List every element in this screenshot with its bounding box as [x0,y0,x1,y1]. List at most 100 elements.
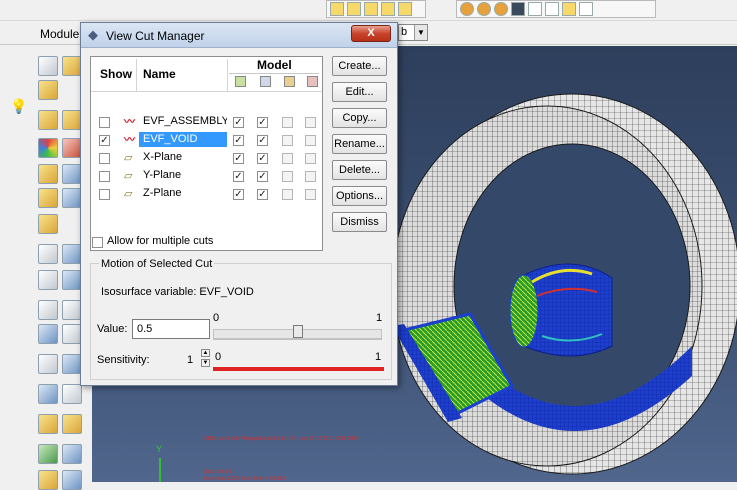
layout-icon[interactable] [38,444,58,464]
view-cut-manager-dialog: ◆ View Cut Manager X Show Name Model 〰 EV… [80,22,398,386]
stack-icon[interactable] [62,354,82,374]
slider-max-label: 1 [376,312,383,324]
report-icon[interactable] [62,300,82,320]
symbol-icon[interactable] [38,110,58,130]
sensitivity-label: Sensitivity: [97,354,150,366]
copy-button[interactable]: Copy... [332,108,387,128]
probe-icon[interactable] [62,164,82,184]
column-header-show: Show [100,67,132,81]
model-checkbox[interactable]: ✓ [257,135,268,146]
model-checkbox[interactable]: ✓ [233,153,244,164]
view-cube-icon[interactable] [364,2,378,16]
delete-button[interactable]: Delete... [332,160,387,180]
contour-plot-icon[interactable] [38,138,58,158]
chevron-down-icon[interactable]: ▼ [414,25,427,40]
undo-icon[interactable] [528,2,542,16]
model-checkbox[interactable]: ✓ [233,171,244,182]
table-grid-icon[interactable] [38,354,58,374]
model-checkbox[interactable]: ✓ [257,171,268,182]
movie-icon[interactable] [38,244,58,264]
select-arrow-icon[interactable] [511,2,525,16]
options-button[interactable]: Options... [332,186,387,206]
dismiss-button[interactable]: Dismiss [332,212,387,232]
path-icon[interactable] [38,164,58,184]
deformed-shape-icon[interactable] [62,56,82,76]
numbering-icon[interactable] [38,56,58,76]
view-cube-icon[interactable] [398,2,412,16]
sensitivity-min-label: 0 [215,351,222,363]
xyz-icon[interactable] [38,470,58,490]
model-checkbox[interactable]: ✓ [233,117,244,128]
table-view-icon[interactable] [62,470,82,490]
replace-icon[interactable] [38,214,58,234]
show-checkbox[interactable] [99,189,110,200]
model-column-icon [235,76,246,87]
value-input[interactable]: 0.5 [132,319,210,339]
query-icon[interactable] [562,2,576,16]
xy-plot-icon[interactable] [62,270,82,290]
allow-multiple-checkbox[interactable] [92,237,103,248]
tools-icon[interactable] [38,414,58,434]
spin-up-icon[interactable]: ▲ [201,349,210,357]
model-checkbox[interactable] [282,117,293,128]
model-checkbox[interactable] [282,189,293,200]
table-icon[interactable] [579,2,593,16]
model-checkbox[interactable] [305,153,316,164]
view-cut-icon[interactable] [62,188,82,208]
model-checkbox[interactable]: ✓ [233,135,244,146]
path-arrows-icon[interactable] [38,384,58,404]
contour-icon[interactable] [38,80,58,100]
table-row[interactable]: 〰 EVF_ASSEMBLY_V ✓ ✓ [91,113,322,131]
show-checkbox[interactable]: ✓ [99,135,110,146]
edit-button[interactable]: Edit... [332,82,387,102]
coordinate-system-icon[interactable] [38,324,58,344]
sensitivity-bar[interactable] [213,367,384,371]
close-button[interactable]: X [351,25,391,42]
model-checkbox[interactable] [305,189,316,200]
model-checkbox[interactable] [282,135,293,146]
show-checkbox[interactable] [99,117,110,128]
value-slider-thumb[interactable] [292,325,303,338]
step-combo[interactable]: b ▼ [398,24,428,41]
model-checkbox[interactable] [282,153,293,164]
view-cube-icon[interactable] [381,2,395,16]
spin-down-icon[interactable]: ▼ [201,359,210,367]
table-row[interactable]: ▱ Z-Plane ✓ ✓ [91,185,322,203]
view-cube-icon[interactable] [330,2,344,16]
animate-icon[interactable] [62,138,82,158]
plane-icon: ▱ [124,170,133,182]
app-diamond-icon: ◆ [88,27,98,42]
create-button[interactable]: Create... [332,56,387,76]
view-cube-icon[interactable] [347,2,361,16]
lightbulb-icon[interactable]: 💡 [10,98,27,115]
redo-icon[interactable] [545,2,559,16]
table-row[interactable]: ▱ Y-Plane ✓ ✓ [91,167,322,185]
render-sphere-icon[interactable] [460,2,474,16]
render-sphere-icon[interactable] [477,2,491,16]
pan-icon[interactable] [62,414,82,434]
graph-icon[interactable] [38,300,58,320]
table-row[interactable]: ✓ 〰 EVF_VOID ✓ ✓ [91,131,322,149]
model-checkbox[interactable]: ✓ [233,189,244,200]
model-checkbox[interactable] [305,171,316,182]
model-checkbox[interactable] [305,117,316,128]
model-checkbox[interactable]: ✓ [257,153,268,164]
list-icon[interactable] [62,384,82,404]
dialog-titlebar[interactable]: ◆ View Cut Manager X [81,23,397,48]
show-checkbox[interactable] [99,153,110,164]
model-checkbox[interactable]: ✓ [257,117,268,128]
model-checkbox[interactable] [305,135,316,146]
viewport-icon[interactable] [62,444,82,464]
table-row[interactable]: ▱ X-Plane ✓ ✓ [91,149,322,167]
show-checkbox[interactable] [99,171,110,182]
render-sphere-icon[interactable] [494,2,508,16]
display-group-icon[interactable] [38,188,58,208]
xy-data-icon[interactable] [38,270,58,290]
model-checkbox[interactable]: ✓ [257,189,268,200]
frame-icon[interactable] [62,244,82,264]
rename-button[interactable]: Rename... [332,134,387,154]
value-label: Value: [97,323,128,335]
field-output-icon[interactable] [62,324,82,344]
model-checkbox[interactable] [282,171,293,182]
material-orientation-icon[interactable] [62,110,82,130]
